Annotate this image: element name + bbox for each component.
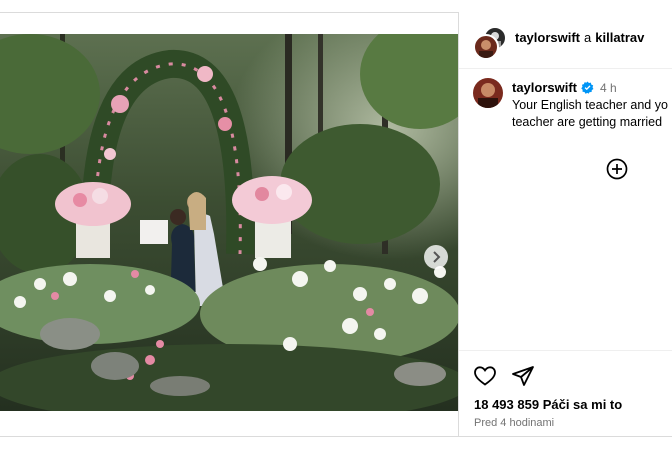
caption-username[interactable]: taylorswift [512, 80, 577, 95]
caption-header: taylorswift 4 h [512, 80, 617, 95]
collaborator-link[interactable]: killatrav [595, 30, 644, 45]
collab-avatars[interactable] [473, 26, 507, 60]
heart-icon [474, 366, 496, 386]
likes-number: 18 493 859 [474, 397, 540, 412]
caption-timestamp[interactable]: 4 h [600, 81, 617, 95]
caption-text: Your English teacher and yo teacher are … [512, 97, 672, 131]
likes-count[interactable]: 18 493 859 Páči sa mi to [474, 397, 622, 412]
share-button[interactable] [511, 364, 535, 388]
caption-line: Your English teacher and yo [512, 98, 668, 112]
verified-badge-icon [581, 81, 594, 94]
like-button[interactable] [473, 364, 497, 388]
post-side-panel: taylorswift a killatrav taylorswift 4 h Yo… [458, 12, 672, 436]
post-photo[interactable] [0, 34, 458, 411]
caption-line: teacher are getting married [512, 115, 663, 129]
bottom-border [0, 436, 672, 449]
plus-circle-icon [606, 158, 628, 180]
avatar-taylorswift[interactable] [473, 34, 499, 60]
post-actions: 18 493 859 Páči sa mi to Pred 4 hodinami [459, 350, 672, 437]
load-more-comments-button[interactable] [606, 158, 628, 180]
post-date[interactable]: Pred 4 hodinami [474, 417, 554, 429]
caption-avatar[interactable] [473, 78, 503, 108]
author-link[interactable]: taylorswift [515, 30, 580, 45]
authors-connector: a [584, 30, 592, 45]
paper-plane-icon [512, 366, 534, 386]
chevron-right-icon [433, 251, 441, 263]
post-header-authors: taylorswift a killatrav [515, 30, 644, 45]
garden-proposal-photo [0, 34, 458, 411]
next-photo-button[interactable] [424, 245, 448, 269]
post-header: taylorswift a killatrav [459, 12, 672, 69]
likes-label: Páči sa mi to [542, 397, 623, 412]
